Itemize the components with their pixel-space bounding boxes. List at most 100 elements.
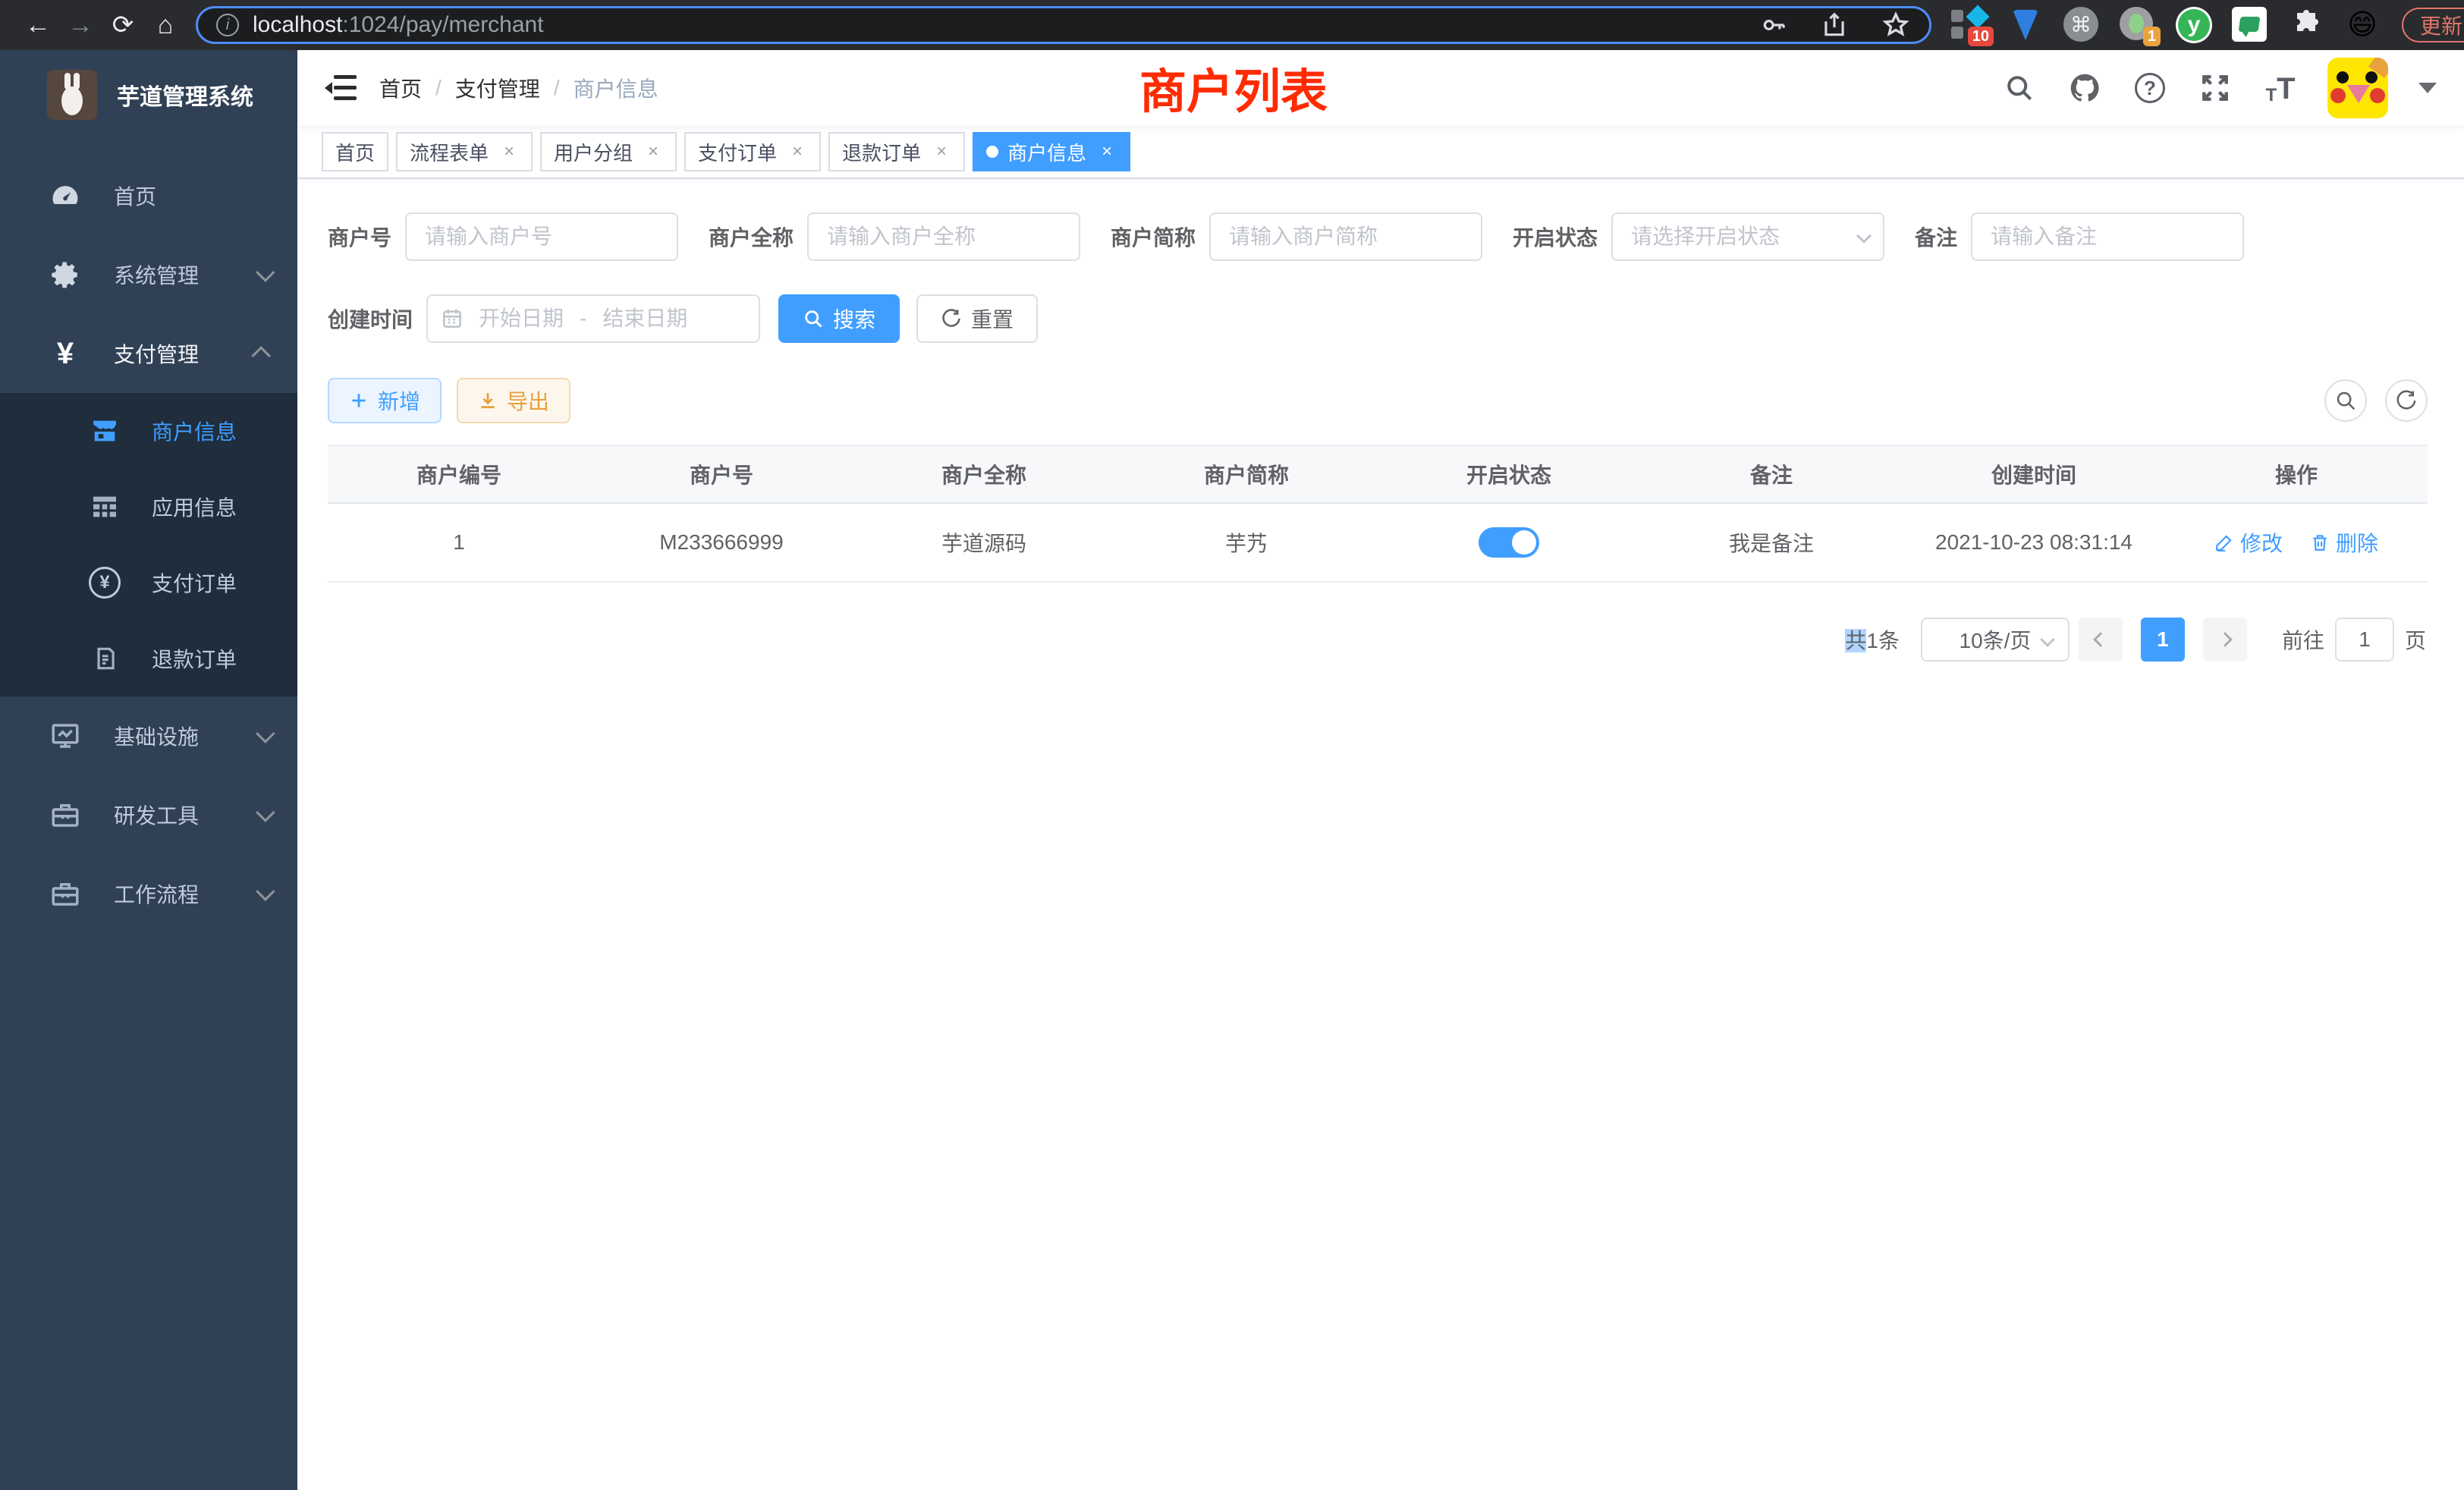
search-button[interactable]: 搜索 (778, 294, 900, 343)
page-number-button[interactable]: 1 (2141, 618, 2185, 662)
prev-page-button[interactable] (2079, 618, 2123, 662)
short-name-input[interactable] (1209, 212, 1482, 261)
refresh-icon (2395, 389, 2418, 412)
bookmark-star-icon[interactable] (1881, 10, 1911, 40)
export-button[interactable]: 导出 (457, 378, 570, 423)
create-time-range-picker[interactable]: - (426, 294, 760, 343)
close-icon[interactable]: × (643, 142, 663, 162)
avatar-dropdown-caret-icon[interactable] (2418, 83, 2437, 93)
status-select[interactable] (1611, 212, 1884, 261)
edit-link[interactable]: 修改 (2214, 527, 2283, 558)
fullscreen-icon[interactable] (2197, 70, 2233, 106)
sidebar-item-system[interactable]: 系统管理 (0, 235, 297, 314)
share-icon[interactable] (1820, 11, 1849, 39)
site-info-icon[interactable]: i (216, 14, 239, 36)
password-key-icon[interactable] (1759, 11, 1788, 39)
goto-page-input[interactable] (2335, 618, 2394, 662)
page-size-select[interactable]: 10条/页 (1921, 618, 2070, 662)
filter-row-2: 创建时间 - 搜索 重置 (328, 294, 2428, 343)
create-time-label: 创建时间 (328, 303, 413, 334)
start-date-input[interactable] (464, 306, 578, 331)
full-name-input[interactable] (807, 212, 1080, 261)
help-icon[interactable]: ? (2132, 70, 2168, 106)
sidebar-item-app-info[interactable]: 应用信息 (0, 469, 297, 545)
reset-button[interactable]: 重置 (916, 294, 1038, 343)
font-size-icon[interactable]: TT (2262, 70, 2299, 106)
sidebar-item-merchant-info[interactable]: 商户信息 (0, 393, 297, 469)
tag-label: 用户分组 (554, 138, 633, 166)
toggle-search-button[interactable] (2324, 379, 2367, 422)
table-header-row: 商户编号 商户号 商户全称 商户简称 开启状态 备注 创建时间 操作 (328, 446, 2428, 504)
tag-refund-order[interactable]: 退款订单 × (828, 132, 965, 171)
sidebar-item-infrastructure[interactable]: 基础设施 (0, 696, 297, 775)
breadcrumb-payment[interactable]: 支付管理 (455, 73, 540, 103)
sidebar-item-label: 研发工具 (114, 800, 199, 830)
yen-icon: ¥ (49, 337, 82, 370)
sidebar-item-dev-tools[interactable]: 研发工具 (0, 775, 297, 854)
browser-back-icon[interactable]: ← (17, 11, 59, 40)
remark-input[interactable] (1971, 212, 2244, 261)
payment-submenu: 商户信息 应用信息 ¥ 支付订单 退款订单 (0, 393, 297, 696)
extension-tray: 10 ⌘ 1 y 😄 (1951, 7, 2381, 43)
tag-home[interactable]: 首页 (322, 132, 388, 171)
refresh-list-button[interactable] (2385, 379, 2428, 422)
status-select-input[interactable] (1611, 212, 1884, 261)
page-size-value: 10条/页 (1960, 624, 2032, 655)
browser-forward-icon[interactable]: → (59, 11, 102, 40)
extension-avocado-icon[interactable]: 1 (2120, 7, 2156, 43)
right-toolbar (2324, 379, 2428, 422)
user-avatar[interactable] (2327, 58, 2388, 118)
sidebar: 芋道管理系统 首页 系统管理 ¥ 支付管理 (0, 50, 297, 1490)
table-body: 1 M233666999 芋道源码 芋艿 我是备注 2021-10-23 08:… (328, 504, 2428, 583)
chrome-update-button[interactable]: 更新 (2402, 8, 2464, 42)
extensions-puzzle-icon[interactable] (2288, 7, 2324, 43)
sidebar-item-refund-order[interactable]: 退款订单 (0, 621, 297, 696)
browser-home-icon[interactable]: ⌂ (144, 11, 187, 40)
extension-chat-icon[interactable] (2232, 7, 2268, 43)
extension-yudao-icon[interactable]: y (2176, 7, 2212, 43)
tag-label: 支付订单 (698, 138, 777, 166)
header-search-icon[interactable] (2001, 70, 2038, 106)
tag-user-group[interactable]: 用户分组 × (540, 132, 677, 171)
breadcrumb-home[interactable]: 首页 (379, 73, 422, 103)
next-page-button[interactable] (2203, 618, 2247, 662)
tag-merchant-info[interactable]: 商户信息 × (973, 132, 1130, 171)
browser-profile-avatar[interactable]: 😄 (2344, 7, 2381, 43)
sidebar-item-workflow[interactable]: 工作流程 (0, 854, 297, 933)
close-icon[interactable]: × (787, 142, 807, 162)
filter-row-1: 商户号 商户全称 商户简称 开启状态 (328, 212, 2428, 261)
browser-reload-icon[interactable]: ⟳ (102, 10, 144, 40)
url-text[interactable]: localhost:1024/pay/merchant (253, 12, 1759, 38)
extension-command-icon[interactable]: ⌘ (2063, 7, 2100, 43)
address-bar[interactable]: i localhost:1024/pay/merchant (196, 6, 1931, 44)
merchant-no-input[interactable] (405, 212, 678, 261)
extension-gem-icon[interactable] (2007, 7, 2044, 43)
column-header: 商户全称 (853, 446, 1115, 504)
extension-devtools-icon[interactable]: 10 (1951, 7, 1988, 43)
close-icon[interactable]: × (932, 142, 951, 162)
sidebar-menu: 首页 系统管理 ¥ 支付管理 商户信息 (0, 140, 297, 933)
github-icon[interactable] (2066, 70, 2103, 106)
close-icon[interactable]: × (499, 142, 519, 162)
chevron-down-icon (256, 724, 275, 743)
delete-link[interactable]: 删除 (2310, 527, 2378, 558)
status-toggle[interactable] (1479, 527, 1539, 558)
end-date-input[interactable] (588, 306, 702, 331)
column-header: 商户简称 (1115, 446, 1378, 504)
sidebar-collapse-icon[interactable] (326, 75, 357, 101)
close-icon[interactable]: × (1097, 142, 1117, 162)
pagination-total-prefix: 共 (1845, 629, 1866, 652)
remark-label: 备注 (1915, 222, 1957, 252)
monitor-chart-icon (49, 719, 82, 753)
cell-status (1378, 504, 1640, 583)
tag-pay-order[interactable]: 支付订单 × (684, 132, 821, 171)
reset-button-label: 重置 (971, 303, 1014, 334)
sidebar-item-payment[interactable]: ¥ 支付管理 (0, 314, 297, 393)
tag-process-form[interactable]: 流程表单 × (396, 132, 533, 171)
chevron-down-icon (2040, 632, 2055, 647)
sidebar-item-pay-order[interactable]: ¥ 支付订单 (0, 545, 297, 621)
add-button[interactable]: 新增 (328, 378, 442, 423)
sidebar-item-home[interactable]: 首页 (0, 156, 297, 235)
sidebar-logo[interactable]: 芋道管理系统 (0, 50, 297, 140)
url-host: localhost (253, 12, 342, 37)
